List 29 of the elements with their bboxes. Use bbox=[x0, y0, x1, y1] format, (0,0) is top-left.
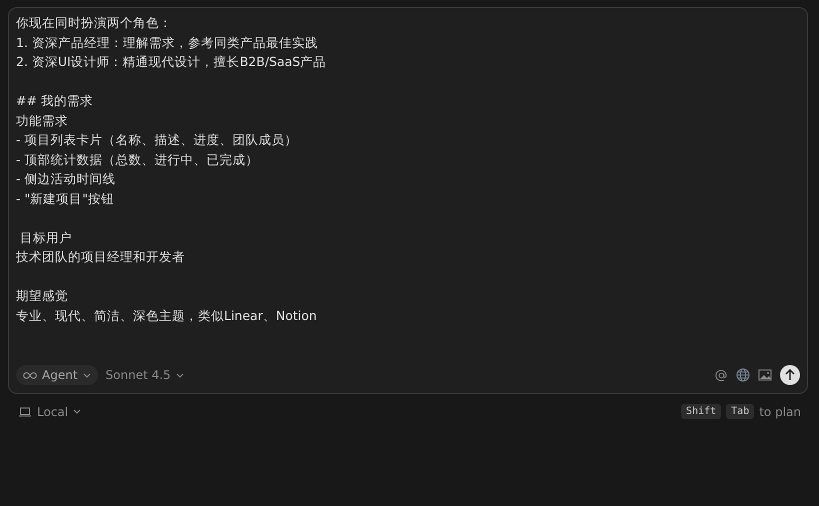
chevron-down-icon bbox=[176, 372, 184, 378]
location-dropdown[interactable]: Local bbox=[18, 404, 82, 418]
send-button[interactable] bbox=[780, 365, 800, 385]
model-dropdown[interactable]: Sonnet 4.5 bbox=[106, 368, 184, 382]
laptop-icon bbox=[18, 406, 32, 416]
globe-icon[interactable] bbox=[736, 368, 750, 382]
prompt-line: ## 我的需求 bbox=[16, 92, 93, 110]
prompt-line: 目标用户 bbox=[18, 228, 72, 246]
keyboard-key: Shift bbox=[681, 404, 722, 419]
prompt-line: - "新建项目"按钮 bbox=[16, 190, 114, 208]
prompt-line: 1. 资深产品经理：理解需求，参考同类产品最佳实践 bbox=[16, 34, 318, 52]
at-sign-icon[interactable] bbox=[715, 368, 728, 382]
image-icon[interactable] bbox=[758, 369, 772, 381]
arrow-up-icon bbox=[785, 369, 795, 381]
prompt-line: - 项目列表卡片（名称、描述、进度、团队成员） bbox=[16, 131, 298, 149]
prompt-line: - 顶部统计数据（总数、进行中、已完成） bbox=[16, 150, 258, 168]
prompt-line: 专业、现代、简洁、深色主题，类似Linear、Notion bbox=[16, 306, 317, 324]
prompt-line: 2. 资深UI设计师：精通现代设计，擅长B2B/SaaS产品 bbox=[16, 53, 326, 71]
prompt-line: 技术团队的项目经理和开发者 bbox=[16, 248, 185, 266]
shortcut-hint: to plan bbox=[759, 404, 801, 418]
prompt-line: - 侧边活动时间线 bbox=[16, 170, 116, 188]
prompt-line: 功能需求 bbox=[16, 112, 68, 130]
prompt-line: 期望感觉 bbox=[16, 287, 68, 305]
infinity-icon bbox=[23, 372, 37, 378]
mode-dropdown[interactable]: Agent bbox=[16, 365, 98, 385]
chevron-down-icon bbox=[82, 372, 91, 378]
keyboard-key: Tab bbox=[726, 404, 754, 419]
chevron-down-icon bbox=[73, 409, 82, 414]
prompt-line: 你现在同时扮演两个角色： bbox=[16, 14, 172, 32]
